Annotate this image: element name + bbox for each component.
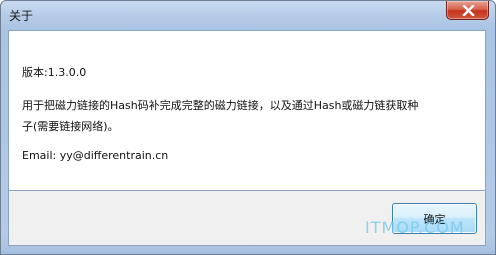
close-button[interactable] xyxy=(446,1,489,20)
description-line-1: 用于把磁力链接的Hash码补完成完整的磁力链接，以及通过Hash或磁力链获取种 xyxy=(22,99,419,112)
about-dialog: 关于 版本:1.3.0.0 用于把磁力链接的Hash码补完成完整的磁力链接，以及… xyxy=(0,0,496,255)
window-title: 关于 xyxy=(9,9,34,23)
about-content-panel: 版本:1.3.0.0 用于把磁力链接的Hash码补完成完整的磁力链接，以及通过H… xyxy=(8,30,486,191)
title-bar[interactable]: 关于 xyxy=(1,1,495,30)
description-line-2: 子(需要链接网络)。 xyxy=(22,120,119,133)
version-text: 版本:1.3.0.0 xyxy=(22,66,87,79)
site-watermark: ITMOP.COM xyxy=(365,218,465,237)
email-text: Email: yy@differentrain.cn xyxy=(22,149,169,162)
close-x-icon xyxy=(462,5,475,16)
